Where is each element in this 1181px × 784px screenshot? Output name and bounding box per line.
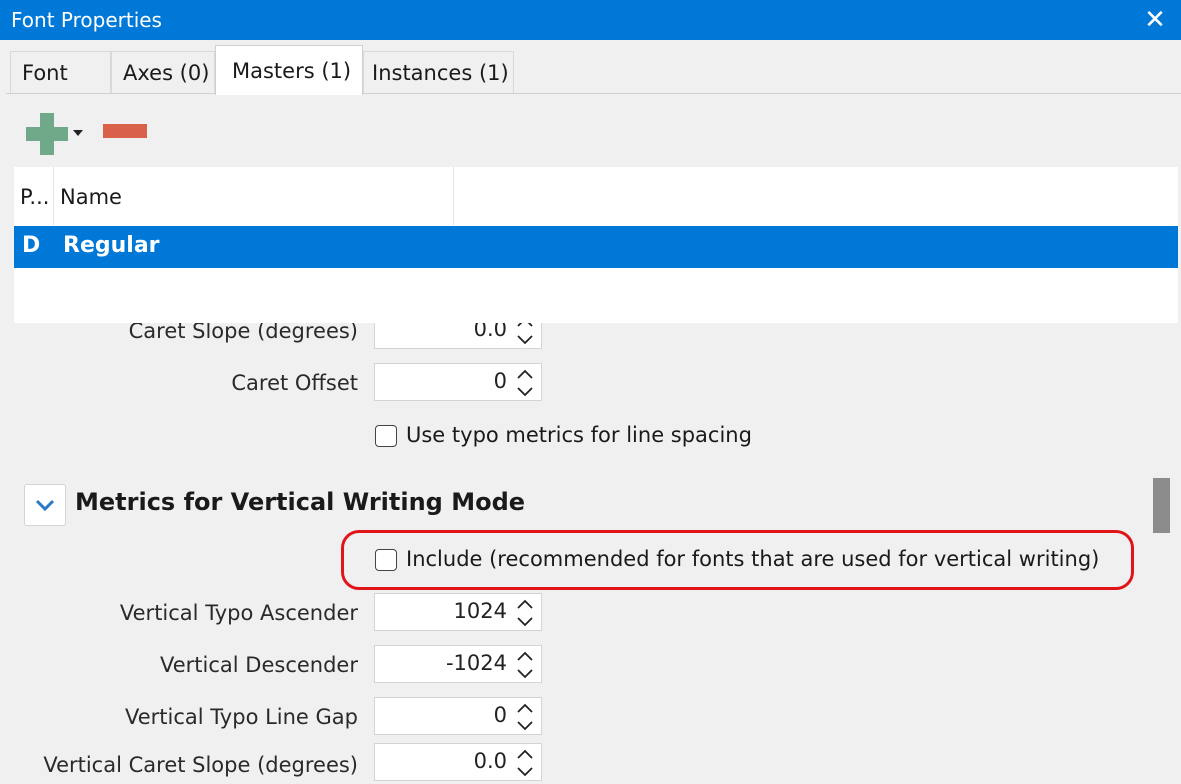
caret-offset-field[interactable]: 0 (374, 363, 542, 401)
vertical-typo-ascender-field[interactable]: 1024 (374, 593, 542, 631)
table-row[interactable]: D Regular (14, 226, 1178, 268)
tab-masters[interactable]: Masters (1) (215, 45, 363, 95)
master-p-cell: D (22, 233, 41, 258)
spinner-arrows-icon[interactable] (515, 648, 535, 682)
master-name-cell: Regular (63, 233, 160, 258)
caret-slope-label: Caret Slope (degrees) (128, 323, 358, 343)
vertical-typo-line-gap-value: 0 (493, 703, 507, 727)
masters-toolbar (14, 97, 1178, 167)
vertical-typo-line-gap-field[interactable]: 0 (374, 697, 542, 735)
include-vertical-metrics-label[interactable]: Include (recommended for fonts that are … (406, 547, 1099, 571)
column-divider (53, 167, 54, 225)
vertical-caret-slope-label: Vertical Caret Slope (degrees) (43, 753, 358, 777)
tab-instances[interactable]: Instances (1) (363, 51, 514, 93)
scrollbar-thumb[interactable] (1153, 478, 1170, 533)
add-master-button[interactable] (24, 110, 92, 156)
section-title: Metrics for Vertical Writing Mode (75, 488, 526, 516)
tab-masters-label: Masters (1) (232, 58, 352, 83)
remove-master-button[interactable] (103, 124, 147, 138)
column-header-name[interactable]: Name (60, 185, 122, 209)
vertical-descender-label: Vertical Descender (160, 653, 358, 677)
spinner-arrows-icon[interactable] (515, 700, 535, 734)
tab-axes-label: Axes (0) (123, 60, 210, 85)
column-divider (453, 167, 454, 225)
close-icon[interactable]: ✕ (1137, 2, 1173, 38)
plus-icon-bar (26, 127, 68, 141)
master-properties-content: Caret Slope (degrees) 0.0 Caret Offset 0… (14, 323, 1146, 783)
caret-slope-value: 0.0 (473, 323, 507, 341)
masters-table: P... Name D Regular (14, 167, 1178, 323)
spinner-arrows-icon[interactable] (515, 366, 535, 400)
chevron-down-icon[interactable] (73, 130, 83, 136)
expand-section-button[interactable] (24, 484, 66, 526)
tab-font[interactable]: Font (10, 51, 111, 93)
chevron-down-icon (35, 499, 55, 511)
vertical-typo-ascender-label: Vertical Typo Ascender (119, 601, 358, 625)
caret-slope-field[interactable]: 0.0 (374, 323, 542, 349)
vertical-descender-field[interactable]: -1024 (374, 645, 542, 683)
title-bar: Font Properties ✕ (0, 0, 1181, 40)
tab-axes[interactable]: Axes (0) (111, 51, 215, 93)
caret-offset-label: Caret Offset (231, 371, 358, 395)
vertical-scrollbar[interactable] (1146, 335, 1181, 783)
spinner-arrows-icon[interactable] (515, 746, 535, 780)
vertical-caret-slope-field[interactable]: 0.0 (374, 743, 542, 781)
vertical-descender-value: -1024 (445, 651, 507, 675)
use-typo-metrics-label[interactable]: Use typo metrics for line spacing (406, 423, 752, 447)
vertical-typo-ascender-value: 1024 (453, 599, 507, 623)
spinner-arrows-icon[interactable] (515, 323, 535, 348)
tab-instances-label: Instances (1) (372, 60, 509, 85)
tab-font-label: Font (22, 60, 68, 85)
tab-strip: Font Axes (0) Masters (1) Instances (1) (0, 40, 1181, 95)
spinner-arrows-icon[interactable] (515, 596, 535, 630)
vertical-caret-slope-value: 0.0 (473, 749, 507, 773)
column-header-p[interactable]: P... (20, 185, 49, 209)
window-title: Font Properties (11, 8, 162, 32)
caret-offset-value: 0 (493, 369, 507, 393)
vertical-typo-line-gap-label: Vertical Typo Line Gap (124, 705, 358, 729)
include-vertical-metrics-checkbox[interactable] (375, 549, 397, 571)
use-typo-metrics-checkbox[interactable] (375, 425, 397, 447)
